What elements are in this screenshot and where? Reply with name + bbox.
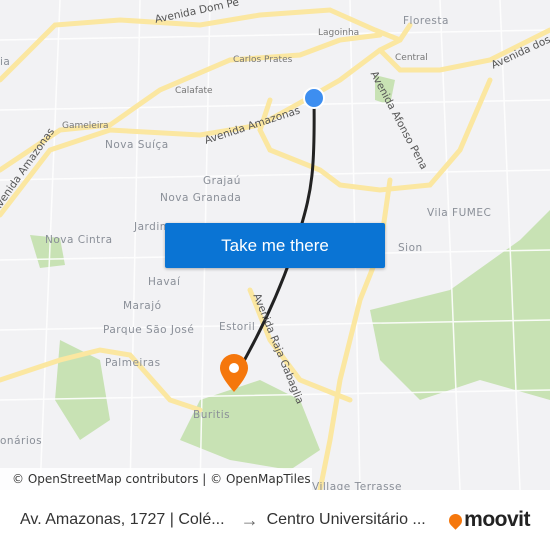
route-footer: Av. Amazonas, 1727 | Colé... → Centro Un… [0,490,550,550]
map-label: onários [0,435,43,447]
map-label: Calafate [175,86,213,96]
map-label: Floresta [403,15,449,27]
map[interactable]: Avenida Dom Pe Floresta Lagoinha Carlos … [0,0,550,490]
map-label: Sion [398,242,423,254]
map-label: Marajó [123,300,162,312]
omt-attribution-link[interactable]: © OpenMapTiles [210,472,310,486]
map-label: Parque São José [103,324,195,336]
destination-name: Centro Universitário ... [266,511,426,528]
map-label: Grajaú [203,175,241,187]
moovit-wordmark: moovit [464,508,530,531]
origin-marker-icon [303,87,325,109]
arrow-right-icon: → [240,509,259,530]
parks [30,75,550,470]
osm-attribution-link[interactable]: © OpenStreetMap contributors [12,472,198,486]
map-label: Vila FUMEC [427,207,492,219]
map-label: Havaí [148,276,181,288]
map-label: Buritis [193,409,231,421]
origin-name: Av. Amazonas, 1727 | Colé... [20,511,225,528]
map-label: Nova Granada [160,192,242,204]
map-attribution: © OpenStreetMap contributors | © OpenMap… [0,468,312,490]
map-label: ia [0,56,11,68]
map-label: Estoril [219,321,256,333]
moovit-logo[interactable]: moovit [446,508,530,532]
map-label: Village Terrasse [312,481,402,490]
map-label: Lagoinha [318,28,360,38]
map-label: Central [395,53,428,63]
map-label: Nova Cintra [45,234,113,246]
map-label: Carlos Prates [233,55,293,65]
take-me-there-button[interactable]: Take me there [165,223,385,268]
moovit-pin-icon [446,510,465,530]
map-label: Gameleira [62,121,109,131]
map-label: Nova Suíça [105,139,169,151]
attribution-separator: | [198,472,211,486]
map-label: Palmeiras [105,357,161,369]
